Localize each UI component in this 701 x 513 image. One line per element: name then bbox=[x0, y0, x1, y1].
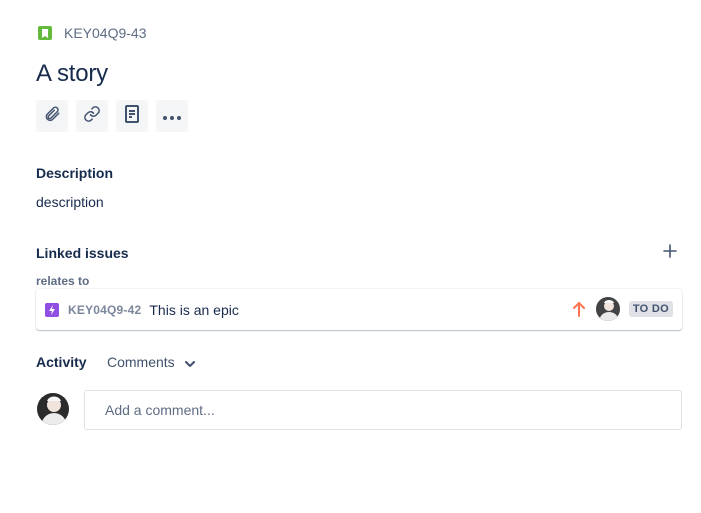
page-button[interactable] bbox=[116, 100, 148, 132]
add-linked-issue-button[interactable] bbox=[660, 243, 680, 263]
arrow-up-icon bbox=[571, 301, 587, 317]
activity-heading: Activity bbox=[36, 354, 87, 370]
issue-title[interactable]: A story bbox=[36, 60, 108, 88]
story-icon bbox=[38, 26, 52, 40]
issue-key-row: KEY04Q9-43 bbox=[38, 25, 147, 41]
linked-issue-row[interactable]: KEY04Q9-42 This is an epic TO DO bbox=[36, 289, 682, 330]
activity-filter-value: Comments bbox=[107, 354, 175, 370]
more-icon bbox=[163, 107, 181, 125]
assignee-avatar[interactable] bbox=[595, 297, 620, 321]
document-icon bbox=[124, 104, 140, 128]
linked-issue-meta: TO DO bbox=[571, 297, 673, 321]
plus-icon bbox=[663, 243, 677, 263]
more-actions-button[interactable] bbox=[156, 100, 188, 132]
attach-button[interactable] bbox=[36, 100, 68, 132]
comment-input[interactable]: Add a comment... bbox=[84, 390, 682, 430]
chevron-down-icon bbox=[184, 354, 195, 370]
paperclip-icon bbox=[43, 105, 61, 128]
issue-toolbar bbox=[36, 100, 188, 132]
linked-issue-key[interactable]: KEY04Q9-42 bbox=[68, 303, 141, 317]
linked-issues-heading: Linked issues bbox=[36, 245, 129, 261]
status-badge[interactable]: TO DO bbox=[628, 301, 673, 317]
linked-issue-summary[interactable]: This is an epic bbox=[149, 302, 238, 318]
activity-filter-select[interactable]: Comments bbox=[107, 354, 195, 370]
epic-icon bbox=[45, 302, 59, 317]
description-text[interactable]: description bbox=[36, 194, 104, 210]
comment-placeholder: Add a comment... bbox=[105, 402, 215, 418]
current-user-avatar bbox=[37, 393, 69, 425]
issue-key-link[interactable]: KEY04Q9-43 bbox=[64, 25, 147, 41]
link-issue-button[interactable] bbox=[76, 100, 108, 132]
relation-label: relates to bbox=[36, 274, 90, 288]
link-icon bbox=[83, 105, 101, 128]
description-heading: Description bbox=[36, 165, 114, 181]
